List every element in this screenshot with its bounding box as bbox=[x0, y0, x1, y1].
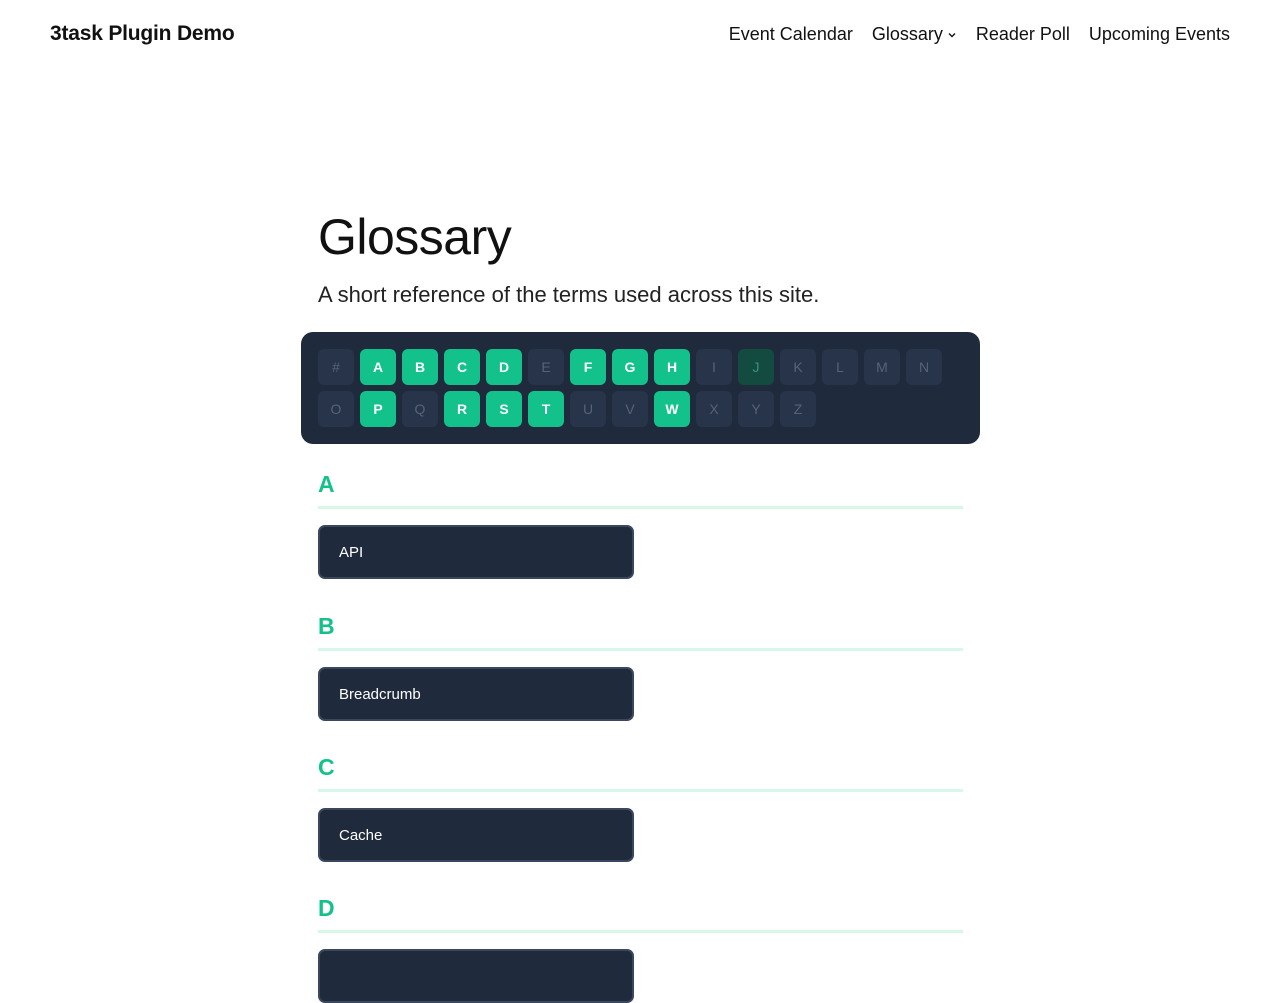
section-divider bbox=[318, 789, 963, 792]
letter-button-v: V bbox=[612, 391, 648, 427]
nav-item-glossary[interactable]: Glossary bbox=[872, 24, 957, 45]
section-divider bbox=[318, 930, 963, 933]
page-title: Glossary bbox=[318, 209, 512, 265]
nav-item-label: Reader Poll bbox=[975, 24, 1070, 44]
letter-navigation: # A B C D E F G H I J K L M N O P Q R S T U V W X Y Z bbox=[301, 332, 980, 444]
term-card[interactable]: API bbox=[318, 525, 634, 579]
letter-button-x: X bbox=[696, 391, 732, 427]
letter-button-s[interactable]: S bbox=[486, 391, 522, 427]
term-label: Cache bbox=[339, 826, 383, 844]
letter-button-i: I bbox=[696, 349, 732, 385]
letter-button-d[interactable]: D bbox=[486, 349, 522, 385]
glossary-section-b: B Breadcrumb bbox=[318, 612, 963, 721]
site-header: 3task Plugin Demo Event Calendar Glossar… bbox=[0, 0, 1280, 72]
letter-button-o: O bbox=[318, 391, 354, 427]
term-card[interactable]: Cache bbox=[318, 808, 634, 862]
letter-button-m: M bbox=[864, 349, 900, 385]
letter-button-r[interactable]: R bbox=[444, 391, 480, 427]
main-content: Glossary A short reference of the terms … bbox=[318, 205, 963, 308]
letter-button-j[interactable]: J bbox=[738, 349, 774, 385]
term-card[interactable]: Breadcrumb bbox=[318, 667, 634, 721]
glossary-section-c: C Cache bbox=[318, 753, 963, 862]
letter-button-w[interactable]: W bbox=[654, 391, 690, 427]
term-card[interactable] bbox=[318, 949, 634, 1003]
chevron-down-icon bbox=[948, 32, 956, 37]
nav-item-upcoming-events[interactable]: Upcoming Events bbox=[1089, 24, 1230, 45]
section-letter: B bbox=[318, 613, 335, 639]
letter-button-y: Y bbox=[738, 391, 774, 427]
page-subtitle: A short reference of the terms used acro… bbox=[318, 282, 820, 307]
letter-button-p[interactable]: P bbox=[360, 391, 396, 427]
nav-item-reader-poll[interactable]: Reader Poll bbox=[976, 24, 1070, 45]
letter-button-u: U bbox=[570, 391, 606, 427]
section-letter: A bbox=[318, 471, 335, 497]
section-divider bbox=[318, 506, 963, 509]
letter-button-b[interactable]: B bbox=[402, 349, 438, 385]
site-title[interactable]: 3task Plugin Demo bbox=[50, 22, 235, 46]
term-label: API bbox=[339, 543, 364, 561]
section-letter: C bbox=[318, 754, 335, 780]
letter-button-k: K bbox=[780, 349, 816, 385]
term-label: Breadcrumb bbox=[339, 685, 421, 703]
letter-button-e: E bbox=[528, 349, 564, 385]
letter-button-hash: # bbox=[318, 349, 354, 385]
glossary-section-a: A API bbox=[318, 470, 963, 579]
letter-button-a[interactable]: A bbox=[360, 349, 396, 385]
letter-button-c[interactable]: C bbox=[444, 349, 480, 385]
letter-button-n: N bbox=[906, 349, 942, 385]
letter-button-f[interactable]: F bbox=[570, 349, 606, 385]
letter-button-l: L bbox=[822, 349, 858, 385]
section-divider bbox=[318, 648, 963, 651]
glossary-section-d: D bbox=[318, 894, 963, 1003]
letter-button-t[interactable]: T bbox=[528, 391, 564, 427]
letter-button-g[interactable]: G bbox=[612, 349, 648, 385]
nav-item-label: Event Calendar bbox=[728, 24, 853, 44]
letter-button-q: Q bbox=[402, 391, 438, 427]
nav-item-label: Upcoming Events bbox=[1088, 24, 1230, 44]
letter-button-z: Z bbox=[780, 391, 816, 427]
nav-item-label: Glossary bbox=[871, 24, 943, 44]
letter-button-h[interactable]: H bbox=[654, 349, 690, 385]
section-letter: D bbox=[318, 895, 335, 921]
main-nav: Event Calendar Glossary Reader Poll Upco… bbox=[729, 24, 1230, 45]
letter-grid: # A B C D E F G H I J K L M N O P Q R S T U V W X Y Z bbox=[318, 349, 963, 427]
nav-item-event-calendar[interactable]: Event Calendar bbox=[729, 24, 853, 45]
